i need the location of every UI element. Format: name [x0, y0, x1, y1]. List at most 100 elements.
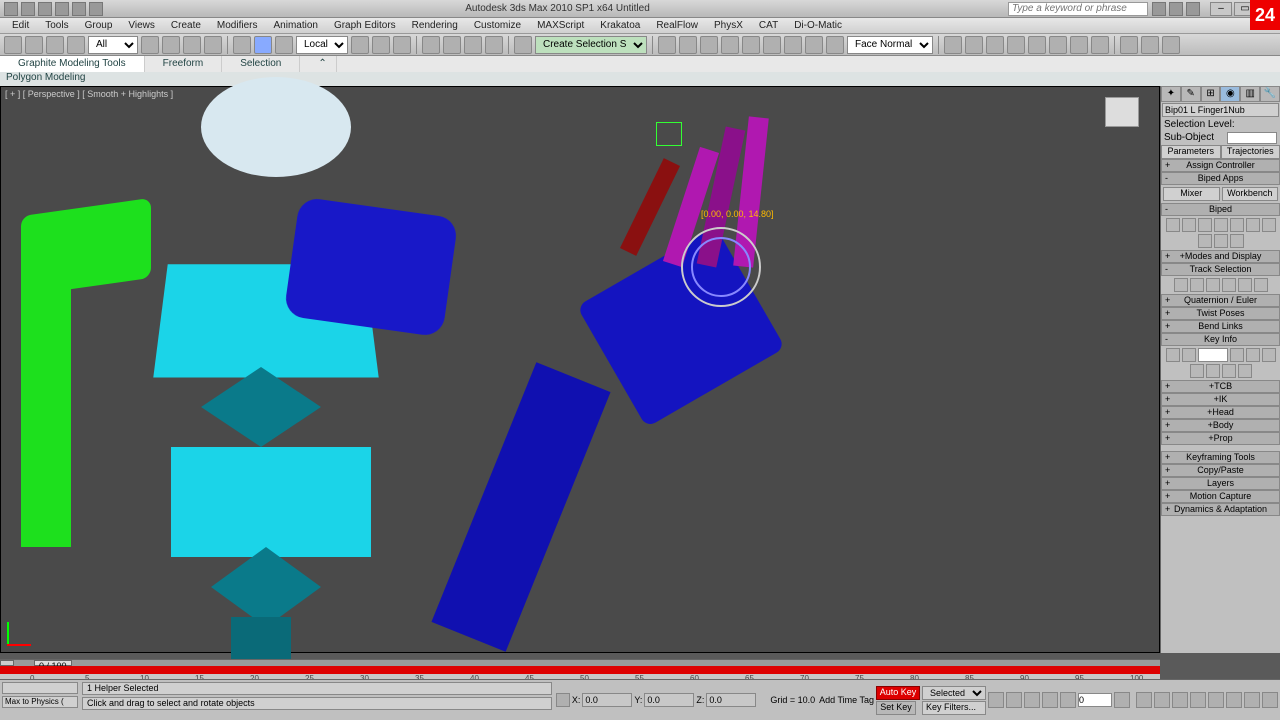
mirror-button[interactable] [658, 36, 676, 54]
open-icon[interactable] [38, 2, 52, 16]
key-filters-button[interactable]: Key Filters... [922, 701, 986, 715]
viewport[interactable]: [ + ] [ Perspective ] [ Smooth + Highlig… [0, 86, 1160, 653]
rollout-body[interactable]: +Body [1161, 419, 1280, 432]
favorites-icon[interactable] [1169, 2, 1183, 16]
menu-cat[interactable]: CAT [753, 20, 784, 31]
layers-button[interactable] [700, 36, 718, 54]
track-icon-6[interactable] [1254, 278, 1268, 292]
mixer-button[interactable]: Mixer [1163, 187, 1220, 201]
ribbon-minimize-icon[interactable]: ⌃ [300, 56, 337, 72]
select-object-button[interactable] [141, 36, 159, 54]
keyboard-shortcut-button[interactable] [393, 36, 411, 54]
menu-customize[interactable]: Customize [468, 20, 527, 31]
nav-pan-icon[interactable] [1136, 692, 1152, 708]
menu-maxscript[interactable]: MAXScript [531, 20, 590, 31]
mini-listener-2[interactable]: Max to Physics ( [2, 696, 78, 708]
goto-start-button[interactable] [1120, 36, 1138, 54]
render-button[interactable] [826, 36, 844, 54]
mixer-mode-icon[interactable] [1214, 218, 1228, 232]
help-icon[interactable] [1186, 2, 1200, 16]
named-selection-dropdown[interactable]: Create Selection S [535, 36, 647, 54]
plugin-btn-3[interactable] [986, 36, 1004, 54]
scale-button[interactable] [275, 36, 293, 54]
redo-icon[interactable] [89, 2, 103, 16]
time-tag[interactable]: Add Time Tag [819, 695, 874, 705]
link-button[interactable] [46, 36, 64, 54]
key-icon-6[interactable] [1190, 364, 1204, 378]
rollout-biped[interactable]: Biped [1161, 203, 1280, 216]
biped-icon-10[interactable] [1230, 234, 1244, 248]
ref-coord-dropdown[interactable]: Local [296, 36, 348, 54]
key-icon-4[interactable] [1246, 348, 1260, 362]
help-search-input[interactable] [1008, 2, 1148, 16]
next-frame-icon[interactable] [1042, 692, 1058, 708]
z-coord-input[interactable] [706, 693, 756, 707]
create-tab-icon[interactable]: ✦ [1161, 86, 1181, 102]
nav-orbit-icon[interactable] [1172, 692, 1188, 708]
track-bar[interactable] [0, 666, 1160, 674]
menu-realflow[interactable]: RealFlow [650, 20, 704, 31]
biped-icon-5[interactable] [1230, 218, 1244, 232]
rotate-button[interactable] [254, 36, 272, 54]
menu-diomatic[interactable]: Di-O-Matic [788, 20, 848, 31]
motion-tab-icon[interactable]: ◉ [1220, 86, 1240, 102]
render-frame-button[interactable] [805, 36, 823, 54]
key-icon-7[interactable] [1206, 364, 1220, 378]
hierarchy-tab-icon[interactable]: ⊞ [1201, 86, 1221, 102]
rollout-head[interactable]: +Head [1161, 406, 1280, 419]
rollout-biped-apps[interactable]: Biped Apps [1161, 172, 1280, 185]
biped-icon-7[interactable] [1262, 218, 1276, 232]
display-tab-icon[interactable]: ▥ [1240, 86, 1260, 102]
goto-end-button[interactable] [1162, 36, 1180, 54]
selection-filter-dropdown[interactable]: All [88, 36, 138, 54]
menu-grapheditors[interactable]: Graph Editors [328, 20, 402, 31]
ribbon-tab-freeform[interactable]: Freeform [145, 56, 223, 72]
prev-key-icon[interactable] [1166, 348, 1180, 362]
plugin-btn-8[interactable] [1091, 36, 1109, 54]
biped-icon-8[interactable] [1198, 234, 1212, 248]
trajectories-tab[interactable]: Trajectories [1221, 145, 1280, 159]
rollout-ik[interactable]: +IK [1161, 393, 1280, 406]
lock-icon[interactable] [556, 693, 570, 707]
undo-icon[interactable] [72, 2, 86, 16]
app-menu-icon[interactable] [4, 2, 18, 16]
edit-named-sel-button[interactable] [514, 36, 532, 54]
key-icon-8[interactable] [1222, 364, 1236, 378]
unlink-button[interactable] [67, 36, 85, 54]
nav-zoom-icon[interactable] [1190, 692, 1206, 708]
y-coord-input[interactable] [644, 693, 694, 707]
menu-tools[interactable]: Tools [39, 20, 74, 31]
new-icon[interactable] [21, 2, 35, 16]
modify-tab-icon[interactable]: ✎ [1181, 86, 1201, 102]
ribbon-tab-selection[interactable]: Selection [222, 56, 300, 72]
rollout-twist[interactable]: Twist Poses [1161, 307, 1280, 320]
x-coord-input[interactable] [582, 693, 632, 707]
timeline[interactable]: 0 / 100 05101520253035404550556065707580… [0, 659, 1160, 679]
select-region-button[interactable] [183, 36, 201, 54]
undo-button[interactable] [4, 36, 22, 54]
rollout-track-selection[interactable]: Track Selection [1161, 263, 1280, 276]
menu-modifiers[interactable]: Modifiers [211, 20, 264, 31]
motion-flow-icon[interactable] [1198, 218, 1212, 232]
rollout-tcb[interactable]: +TCB [1161, 380, 1280, 393]
goto-start-icon[interactable] [988, 692, 1004, 708]
plugin-btn-6[interactable] [1049, 36, 1067, 54]
schematic-button[interactable] [742, 36, 760, 54]
rollout-quaternion[interactable]: Quaternion / Euler [1161, 294, 1280, 307]
menu-edit[interactable]: Edit [6, 20, 35, 31]
material-editor-button[interactable] [763, 36, 781, 54]
spinner-snap-button[interactable] [485, 36, 503, 54]
rollout-keyframing[interactable]: Keyframing Tools [1161, 451, 1280, 464]
set-key-button[interactable]: Set Key [876, 701, 916, 715]
manipulate-button[interactable] [372, 36, 390, 54]
workbench-button[interactable]: Workbench [1222, 187, 1279, 201]
current-frame-input[interactable] [1078, 693, 1112, 707]
prev-frame-icon[interactable] [1006, 692, 1022, 708]
rollout-assign-controller[interactable]: Assign Controller [1161, 159, 1280, 172]
auto-key-button[interactable]: Auto Key [876, 686, 920, 700]
nav-maximize-icon[interactable] [1262, 692, 1278, 708]
track-icon-1[interactable] [1174, 278, 1188, 292]
figure-mode-icon[interactable] [1166, 218, 1180, 232]
snap-toggle-button[interactable] [422, 36, 440, 54]
comm-center-icon[interactable] [1152, 2, 1166, 16]
